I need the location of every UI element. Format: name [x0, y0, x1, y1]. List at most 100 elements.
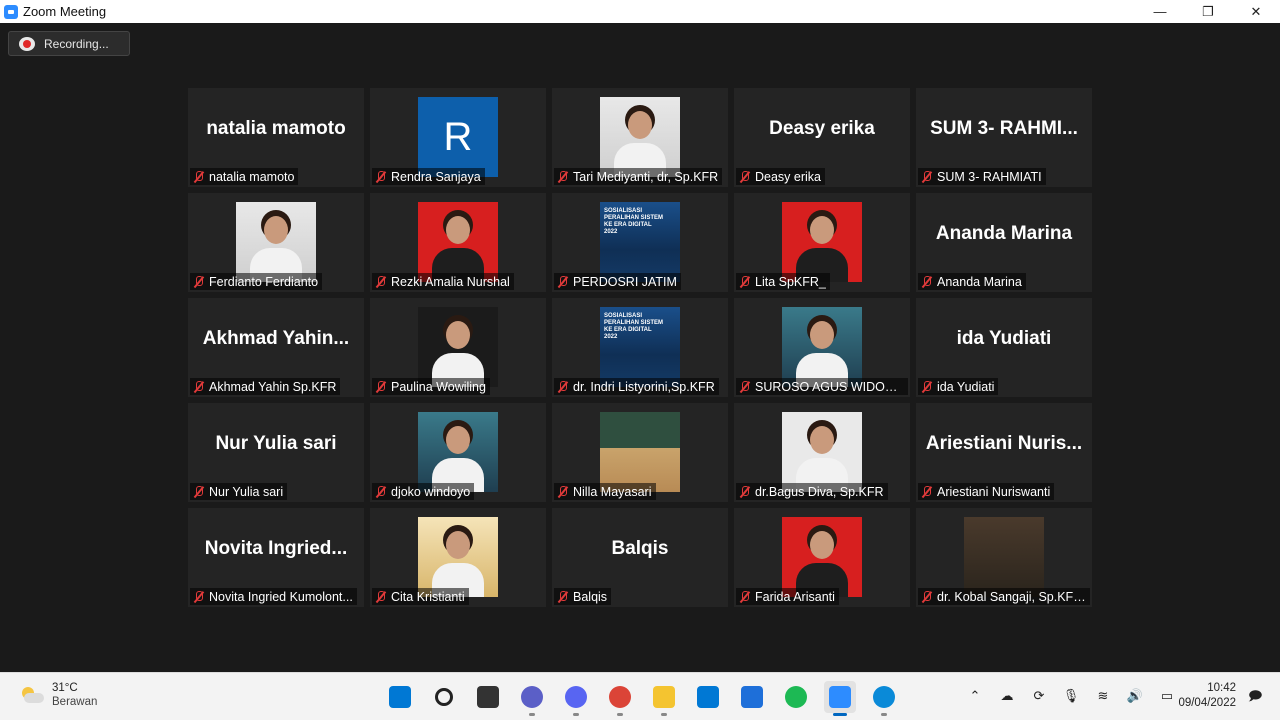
participant-tile[interactable]: Nur Yulia sari Nur Yulia sari [188, 403, 364, 502]
participant-name: Novita Ingried Kumolont... [209, 589, 353, 604]
participant-tile[interactable]: Farida Arisanti [734, 508, 910, 607]
participant-tile[interactable]: Ananda Marina Ananda Marina [916, 193, 1092, 292]
mic-muted-icon [375, 590, 387, 603]
participant-tile[interactable]: Akhmad Yahin... Akhmad Yahin Sp.KFR [188, 298, 364, 397]
participant-name: Rezki Amalia Nurshal [391, 274, 510, 289]
teams-chat-icon [521, 686, 543, 708]
taskbar-app-zoom[interactable] [824, 681, 856, 716]
participant-tile[interactable]: Novita Ingried... Novita Ingried Kumolont… [188, 508, 364, 607]
minimize-button[interactable]: — [1136, 0, 1184, 23]
participant-display-name: natalia mamoto [206, 118, 346, 139]
running-indicator [529, 713, 535, 716]
participant-video [782, 202, 862, 282]
participant-tile[interactable]: djoko windoyo [370, 403, 546, 502]
mic-muted-icon [193, 170, 205, 183]
running-indicator [617, 713, 623, 716]
participant-name-bar: SUM 3- RAHMIATI [918, 168, 1046, 185]
participant-tile[interactable]: ida Yudiati ida Yudiati [916, 298, 1092, 397]
participant-name: Lita SpKFR_ [755, 274, 826, 289]
participant-name: natalia mamoto [209, 169, 295, 184]
weather-widget[interactable]: 31°C Berawan [20, 681, 97, 709]
taskbar-app-mail[interactable] [692, 681, 724, 713]
participant-name: Akhmad Yahin Sp.KFR [209, 379, 337, 394]
gallery-grid: natalia mamoto natalia mamoto R Rendra Sanj… [188, 88, 1092, 607]
participant-name: Nilla Mayasari [573, 484, 652, 499]
clock-date: 09/04/2022 [1178, 697, 1236, 709]
mic-muted-icon [557, 170, 569, 183]
participant-tile[interactable]: Balqis Balqis [552, 508, 728, 607]
window-title: Zoom Meeting [23, 4, 107, 19]
participant-name: PERDOSRI JATIM [573, 274, 677, 289]
taskbar-app-store[interactable] [736, 681, 768, 713]
participant-name-bar: dr.Bagus Diva, Sp.KFR [736, 483, 888, 500]
participant-tile[interactable]: natalia mamoto natalia mamoto [188, 88, 364, 187]
participant-tile[interactable]: Ferdianto Ferdianto [188, 193, 364, 292]
participant-tile[interactable]: Cita Kristianti [370, 508, 546, 607]
participant-tile[interactable]: Rezki Amalia Nurshal [370, 193, 546, 292]
participant-video [782, 517, 862, 597]
participant-name-bar: Ariestiani Nuriswanti [918, 483, 1055, 500]
sync-icon[interactable]: ⟳ [1028, 685, 1050, 707]
participant-display-name: SUM 3- RAHMI... [930, 118, 1078, 139]
participant-name: Tari Mediyanti, dr, Sp.KFR [573, 169, 719, 184]
microphone-icon[interactable]: 🎙 [1060, 685, 1082, 707]
taskbar-app-windows-start[interactable] [384, 681, 416, 713]
file-explorer-icon [653, 686, 675, 708]
battery-icon[interactable]: ▭ [1156, 685, 1178, 707]
taskbar-app-edge[interactable] [868, 681, 900, 716]
participant-tile[interactable]: R Rendra Sanjaya [370, 88, 546, 187]
store-icon [741, 686, 763, 708]
participant-name-bar: Novita Ingried Kumolont... [190, 588, 357, 605]
participant-tile[interactable]: dr. Kobal Sangaji, Sp.KFR.... [916, 508, 1092, 607]
participant-tile[interactable]: Tari Mediyanti, dr, Sp.KFR [552, 88, 728, 187]
participant-tile[interactable]: SUROSO AGUS WIDODO,... [734, 298, 910, 397]
participant-display-name: Ananda Marina [935, 223, 1073, 244]
taskbar-app-chrome[interactable] [604, 681, 636, 716]
recording-indicator[interactable]: Recording... [8, 31, 130, 56]
person-face [810, 216, 834, 244]
participant-tile[interactable]: Deasy erika Deasy erika [734, 88, 910, 187]
mail-icon [697, 686, 719, 708]
taskbar-app-discord[interactable] [560, 681, 592, 716]
onedrive-icon[interactable]: ☁ [996, 685, 1018, 707]
mic-muted-icon [921, 380, 933, 393]
participant-name-bar: Paulina Wowiling [372, 378, 490, 395]
participant-name: ida Yudiati [937, 379, 995, 394]
mic-muted-icon [921, 170, 933, 183]
maximize-button[interactable]: ❐ [1184, 0, 1232, 23]
discord-icon [565, 686, 587, 708]
taskbar-app-teams-chat[interactable] [516, 681, 548, 716]
taskbar-app-task-view[interactable] [472, 681, 504, 713]
taskbar-app-spotify[interactable] [780, 681, 812, 713]
taskbar-app-file-explorer[interactable] [648, 681, 680, 716]
participant-tile[interactable]: Paulina Wowiling [370, 298, 546, 397]
mic-muted-icon [193, 485, 205, 498]
participant-name: Cita Kristianti [391, 589, 465, 604]
clock[interactable]: 10:42 09/04/2022 [1178, 681, 1236, 711]
participant-name-bar: djoko windoyo [372, 483, 475, 500]
search-icon [435, 688, 453, 706]
participant-tile[interactable]: SOSIALISASI PERALIHAN SISTEM KE ERA DIGI… [552, 193, 728, 292]
participant-tile[interactable]: Ariestiani Nuris... Ariestiani Nuriswanti [916, 403, 1092, 502]
record-icon [19, 36, 35, 51]
person-face [810, 531, 834, 559]
taskbar-app-search[interactable] [428, 681, 460, 713]
participant-name-bar: dr. Kobal Sangaji, Sp.KFR.... [918, 588, 1090, 605]
notification-icon[interactable]: 🗩 [1248, 687, 1266, 705]
participant-tile[interactable]: Nilla Mayasari [552, 403, 728, 502]
wifi-icon[interactable]: ≋ [1092, 685, 1114, 707]
participant-tile[interactable]: SUM 3- RAHMI... SUM 3- RAHMIATI [916, 88, 1092, 187]
participant-name: Balqis [573, 589, 608, 604]
participant-tile[interactable]: Lita SpKFR_ [734, 193, 910, 292]
participant-name-bar: Ananda Marina [918, 273, 1026, 290]
poster-text: SOSIALISASI PERALIHAN SISTEM KE ERA DIGI… [604, 313, 664, 340]
close-button[interactable]: ✕ [1232, 0, 1280, 23]
volume-icon[interactable]: 🔊 [1124, 685, 1146, 707]
participant-tile[interactable]: dr.Bagus Diva, Sp.KFR [734, 403, 910, 502]
chevron-up-icon[interactable]: ⌃ [964, 685, 986, 707]
mic-muted-icon [193, 275, 205, 288]
participant-name: djoko windoyo [391, 484, 471, 499]
windows-start-icon [389, 686, 411, 708]
mic-muted-icon [375, 485, 387, 498]
participant-tile[interactable]: SOSIALISASI PERALIHAN SISTEM KE ERA DIGI… [552, 298, 728, 397]
